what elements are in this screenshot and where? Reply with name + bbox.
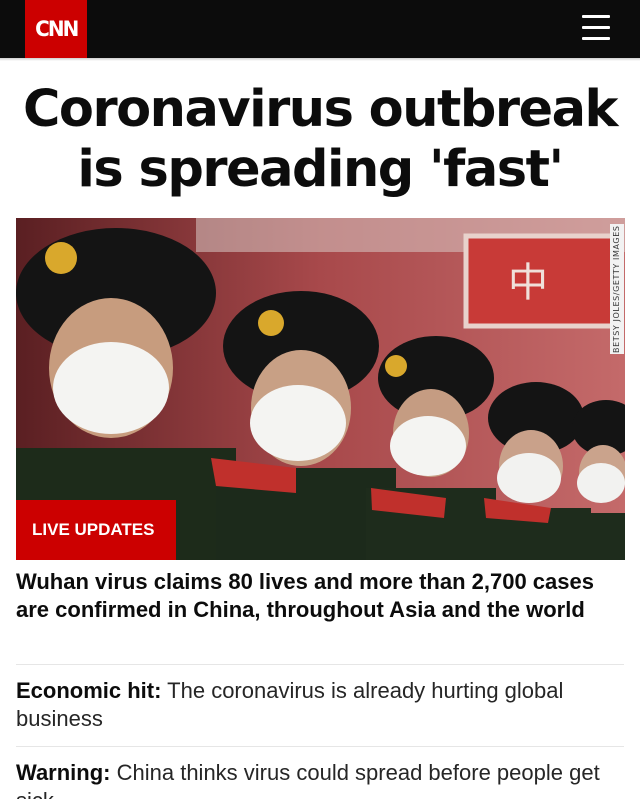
live-updates-badge[interactable]: LIVE UPDATES — [16, 500, 176, 560]
page-headline[interactable]: Coronavirus outbreak is spreading 'fast' — [20, 80, 620, 200]
top-nav-bar: CNN — [0, 0, 640, 58]
live-updates-label: LIVE UPDATES — [32, 520, 155, 539]
logo-text: CNN — [34, 17, 79, 41]
hero-photo[interactable]: 中 BETSY JOLES/GETTY IMAGES LIVE UPDATES — [16, 218, 625, 560]
svg-text:中: 中 — [508, 260, 548, 306]
headline-line-2: is spreading 'fast' — [77, 140, 564, 199]
headline-line-1: Coronavirus outbreak — [23, 80, 618, 139]
photo-credit: BETSY JOLES/GETTY IMAGES — [610, 224, 624, 354]
cnn-logo[interactable]: CNN — [25, 0, 87, 58]
story-lead: Warning: — [16, 760, 111, 785]
story-lead: Economic hit: — [16, 678, 162, 703]
nav-shadow — [0, 58, 640, 61]
divider — [16, 664, 624, 665]
menu-line — [582, 15, 610, 18]
menu-line — [582, 37, 610, 40]
top-story-title[interactable]: Wuhan virus claims 80 lives and more tha… — [16, 568, 616, 624]
hamburger-menu-icon[interactable] — [582, 13, 610, 43]
divider — [16, 746, 624, 747]
story-item-economic-hit[interactable]: Economic hit: The coronavirus is already… — [16, 677, 624, 733]
menu-line — [582, 26, 610, 29]
story-item-warning[interactable]: Warning: China thinks virus could spread… — [16, 759, 624, 799]
